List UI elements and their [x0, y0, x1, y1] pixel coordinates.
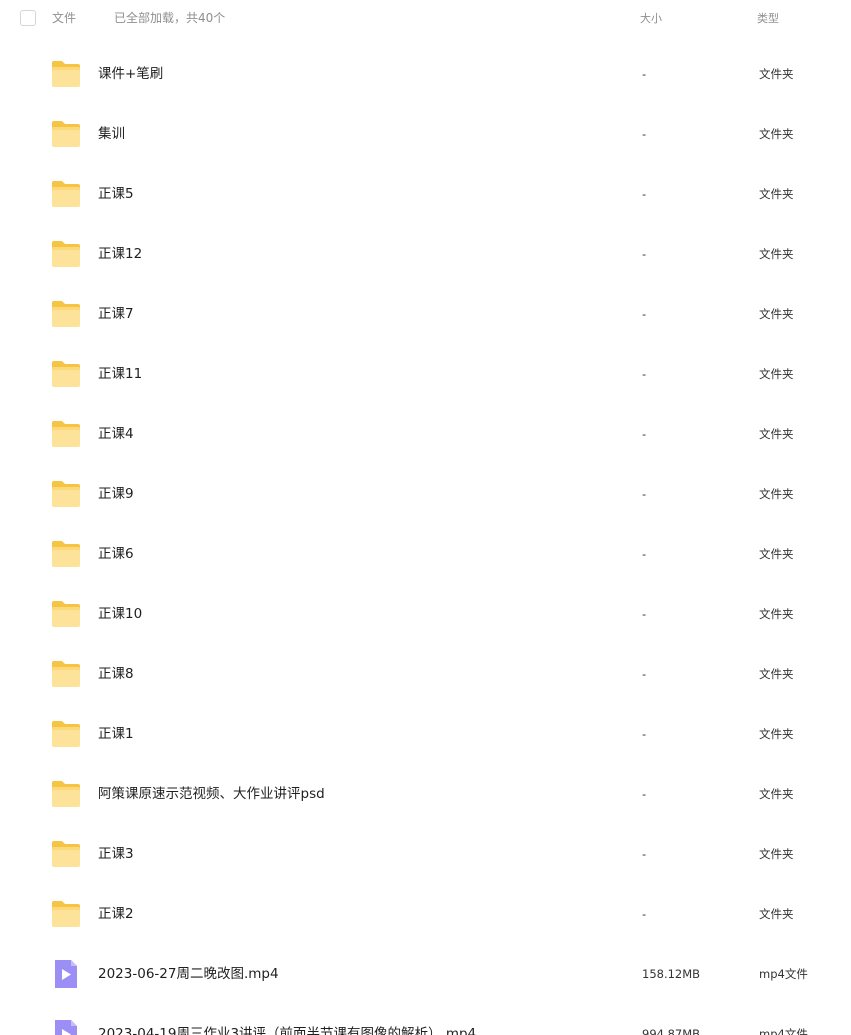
- select-all-checkbox[interactable]: [20, 10, 36, 26]
- file-row[interactable]: 正课8 - 文件夹: [0, 644, 851, 704]
- file-name[interactable]: 课件+笔刷: [98, 65, 163, 83]
- file-name[interactable]: 2023-06-27周二晚改图.mp4: [98, 965, 279, 983]
- file-size: -: [642, 427, 647, 441]
- folder-icon: [50, 419, 82, 449]
- folder-icon: [50, 359, 82, 389]
- file-row[interactable]: 正课10 - 文件夹: [0, 584, 851, 644]
- header-size-label[interactable]: 大小: [640, 11, 662, 27]
- file-size: -: [642, 547, 647, 561]
- file-type: 文件夹: [759, 727, 794, 741]
- file-size: -: [642, 307, 647, 321]
- file-type: 文件夹: [759, 187, 794, 201]
- file-size: -: [642, 787, 647, 801]
- file-name[interactable]: 正课5: [98, 185, 134, 203]
- file-size: -: [642, 667, 647, 681]
- folder-icon: [50, 179, 82, 209]
- video-icon: [50, 1019, 82, 1035]
- file-size: -: [642, 727, 647, 741]
- file-row[interactable]: 2023-04-19周三作业3讲评（前面半节课有图像的解析）.mp4 994.87…: [0, 1004, 851, 1035]
- folder-icon: [50, 299, 82, 329]
- file-name[interactable]: 阿策课原速示范视频、大作业讲评psd: [98, 785, 325, 803]
- file-type: 文件夹: [759, 247, 794, 261]
- folder-icon: [50, 119, 82, 149]
- folder-icon: [50, 239, 82, 269]
- file-size: 994.87MB: [642, 1027, 701, 1035]
- folder-icon: [50, 479, 82, 509]
- header-file-label[interactable]: 文件: [52, 10, 76, 26]
- file-list: 文件 已全部加载，共40个 大小 类型 课件+笔刷 - 文件夹 集训 - 文件夹 正课5…: [0, 0, 851, 1035]
- file-name[interactable]: 2023-04-19周三作业3讲评（前面半节课有图像的解析）.mp4: [98, 1025, 476, 1035]
- folder-icon: [50, 839, 82, 869]
- file-size: -: [642, 247, 647, 261]
- file-size: 158.12MB: [642, 967, 701, 981]
- file-name[interactable]: 正课3: [98, 845, 134, 863]
- file-size: -: [642, 367, 647, 381]
- file-size: -: [642, 847, 647, 861]
- file-size: -: [642, 127, 647, 141]
- file-size: -: [642, 67, 647, 81]
- file-type: 文件夹: [759, 427, 794, 441]
- file-type: 文件夹: [759, 487, 794, 501]
- file-size: -: [642, 607, 647, 621]
- file-row[interactable]: 正课9 - 文件夹: [0, 464, 851, 524]
- file-type: 文件夹: [759, 547, 794, 561]
- file-size: -: [642, 487, 647, 501]
- file-row[interactable]: 正课5 - 文件夹: [0, 164, 851, 224]
- folder-icon: [50, 599, 82, 629]
- file-name[interactable]: 正课9: [98, 485, 134, 503]
- file-type: 文件夹: [759, 67, 794, 81]
- file-name[interactable]: 正课1: [98, 725, 134, 743]
- file-type: 文件夹: [759, 367, 794, 381]
- file-row[interactable]: 正课7 - 文件夹: [0, 284, 851, 344]
- file-row[interactable]: 正课1 - 文件夹: [0, 704, 851, 764]
- folder-icon: [50, 719, 82, 749]
- file-name[interactable]: 正课4: [98, 425, 134, 443]
- list-header: 文件 已全部加载，共40个 大小 类型: [0, 0, 851, 36]
- file-row[interactable]: 正课11 - 文件夹: [0, 344, 851, 404]
- load-status-text: 已全部加载，共40个: [114, 11, 226, 25]
- file-name[interactable]: 集训: [98, 125, 125, 143]
- file-type: 文件夹: [759, 907, 794, 921]
- file-name[interactable]: 正课10: [98, 605, 142, 623]
- folder-icon: [50, 659, 82, 689]
- file-name[interactable]: 正课8: [98, 665, 134, 683]
- file-type: mp4文件: [759, 1027, 808, 1035]
- file-type: 文件夹: [759, 667, 794, 681]
- file-row[interactable]: 集训 - 文件夹: [0, 104, 851, 164]
- file-row[interactable]: 正课6 - 文件夹: [0, 524, 851, 584]
- file-row[interactable]: 正课4 - 文件夹: [0, 404, 851, 464]
- folder-icon: [50, 779, 82, 809]
- file-size: -: [642, 907, 647, 921]
- file-row[interactable]: 2023-06-27周二晚改图.mp4 158.12MB mp4文件: [0, 944, 851, 1004]
- file-type: mp4文件: [759, 967, 808, 981]
- file-type: 文件夹: [759, 787, 794, 801]
- file-row[interactable]: 正课3 - 文件夹: [0, 824, 851, 884]
- header-type-label[interactable]: 类型: [757, 11, 779, 27]
- file-name[interactable]: 正课2: [98, 905, 134, 923]
- file-type: 文件夹: [759, 307, 794, 321]
- folder-icon: [50, 539, 82, 569]
- file-name[interactable]: 正课7: [98, 305, 134, 323]
- file-type: 文件夹: [759, 127, 794, 141]
- file-row[interactable]: 课件+笔刷 - 文件夹: [0, 44, 851, 104]
- file-type: 文件夹: [759, 607, 794, 621]
- file-row[interactable]: 正课2 - 文件夹: [0, 884, 851, 944]
- video-icon: [50, 959, 82, 989]
- file-row[interactable]: 正课12 - 文件夹: [0, 224, 851, 284]
- folder-icon: [50, 899, 82, 929]
- file-rows: 课件+笔刷 - 文件夹 集训 - 文件夹 正课5 - 文件夹 正课12 - 文件夹 正课7 - 文件…: [0, 44, 851, 1035]
- file-name[interactable]: 正课12: [98, 245, 142, 263]
- file-name[interactable]: 正课11: [98, 365, 142, 383]
- file-size: -: [642, 187, 647, 201]
- folder-icon: [50, 59, 82, 89]
- file-name[interactable]: 正课6: [98, 545, 134, 563]
- file-type: 文件夹: [759, 847, 794, 861]
- file-row[interactable]: 阿策课原速示范视频、大作业讲评psd - 文件夹: [0, 764, 851, 824]
